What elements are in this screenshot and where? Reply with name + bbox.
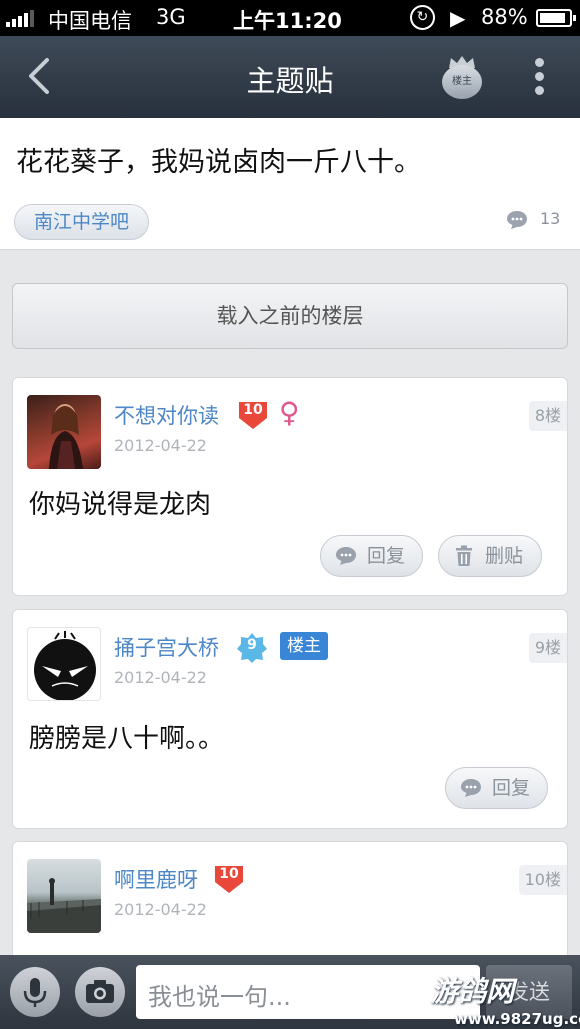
- level-number: 10: [243, 402, 263, 418]
- floor-content: 你妈说得是龙肉: [29, 490, 212, 520]
- watermark-url: www.9827ug.com: [454, 1010, 580, 1028]
- floor-item: 捅子宫大桥 9 楼主 2012-04-22 9楼 膀膀是八十啊。。 回复: [12, 609, 568, 829]
- level-badge: 9: [236, 632, 268, 663]
- floor-number: 8楼: [528, 401, 567, 431]
- forum-tag-button[interactable]: 南江中学吧: [14, 204, 150, 240]
- username[interactable]: 不想对你读: [114, 400, 219, 430]
- level-badge: 10: [213, 864, 245, 894]
- carrier-label: 中国电信: [48, 9, 132, 33]
- avatar[interactable]: [27, 395, 101, 469]
- camera-icon: [86, 980, 114, 1003]
- watermark-logo: 游鸽网: [430, 975, 515, 1008]
- username[interactable]: 捅子宫大桥: [114, 632, 219, 662]
- post-title: 花花葵子，我妈说卤肉一斤八十。: [16, 147, 421, 178]
- level-number: 9: [247, 637, 257, 653]
- page-title: 主题贴: [246, 64, 334, 98]
- floor-content: 膀膀是八十啊。。: [29, 724, 225, 754]
- battery-icon: [536, 9, 576, 27]
- avatar[interactable]: [27, 859, 101, 933]
- reply-label: 回复: [367, 545, 406, 567]
- play-icon: ▶: [450, 6, 466, 30]
- female-icon: ♀: [279, 396, 300, 429]
- post-date: 2012-04-22: [114, 668, 207, 687]
- owner-only-label: 楼主: [442, 65, 482, 99]
- microphone-icon: [23, 978, 47, 1007]
- username[interactable]: 啊里鹿呀: [114, 864, 198, 894]
- status-bar: 中国电信 3G 上午11:20 ↻ ▶ 88%: [0, 0, 580, 36]
- trash-icon: [456, 545, 472, 566]
- network-label: 3G: [156, 5, 186, 29]
- comment-icon: [461, 779, 481, 797]
- delete-button[interactable]: 删贴: [438, 535, 542, 577]
- post-header: 花花葵子，我妈说卤肉一斤八十。 南江中学吧 13: [0, 118, 580, 250]
- comment-input[interactable]: 我也说一句...: [136, 965, 480, 1019]
- clock: 上午11:20: [233, 9, 342, 33]
- reply-button[interactable]: 回复: [320, 535, 423, 577]
- more-menu-icon[interactable]: [534, 58, 546, 96]
- owner-only-button[interactable]: 楼主: [442, 56, 482, 100]
- voice-button[interactable]: [10, 967, 60, 1017]
- avatar[interactable]: [27, 627, 101, 701]
- rotation-lock-icon: ↻: [410, 5, 435, 30]
- reply-button[interactable]: 回复: [445, 767, 548, 809]
- reply-label: 回复: [492, 777, 531, 799]
- floor-item: 不想对你读 10 ♀ 2012-04-22 8楼 你妈说得是龙肉 回复 删贴: [12, 377, 568, 596]
- post-date: 2012-04-22: [114, 900, 207, 919]
- load-previous-button[interactable]: 载入之前的楼层: [12, 283, 568, 349]
- owner-tag: 楼主: [280, 632, 328, 660]
- nav-bar: 主题贴 楼主: [0, 36, 580, 118]
- comment-icon: [507, 211, 527, 229]
- comment-icon: [336, 547, 356, 565]
- floor-number: 10楼: [518, 865, 567, 895]
- signal-icon: [6, 10, 34, 27]
- reply-count: 13: [540, 209, 561, 228]
- floor-number: 9楼: [528, 633, 567, 663]
- post-date: 2012-04-22: [114, 436, 207, 455]
- level-number: 10: [219, 866, 239, 882]
- delete-label: 删贴: [485, 545, 524, 567]
- camera-button[interactable]: [75, 967, 125, 1017]
- level-badge: 10: [237, 400, 269, 430]
- battery-percent: 88%: [481, 5, 528, 29]
